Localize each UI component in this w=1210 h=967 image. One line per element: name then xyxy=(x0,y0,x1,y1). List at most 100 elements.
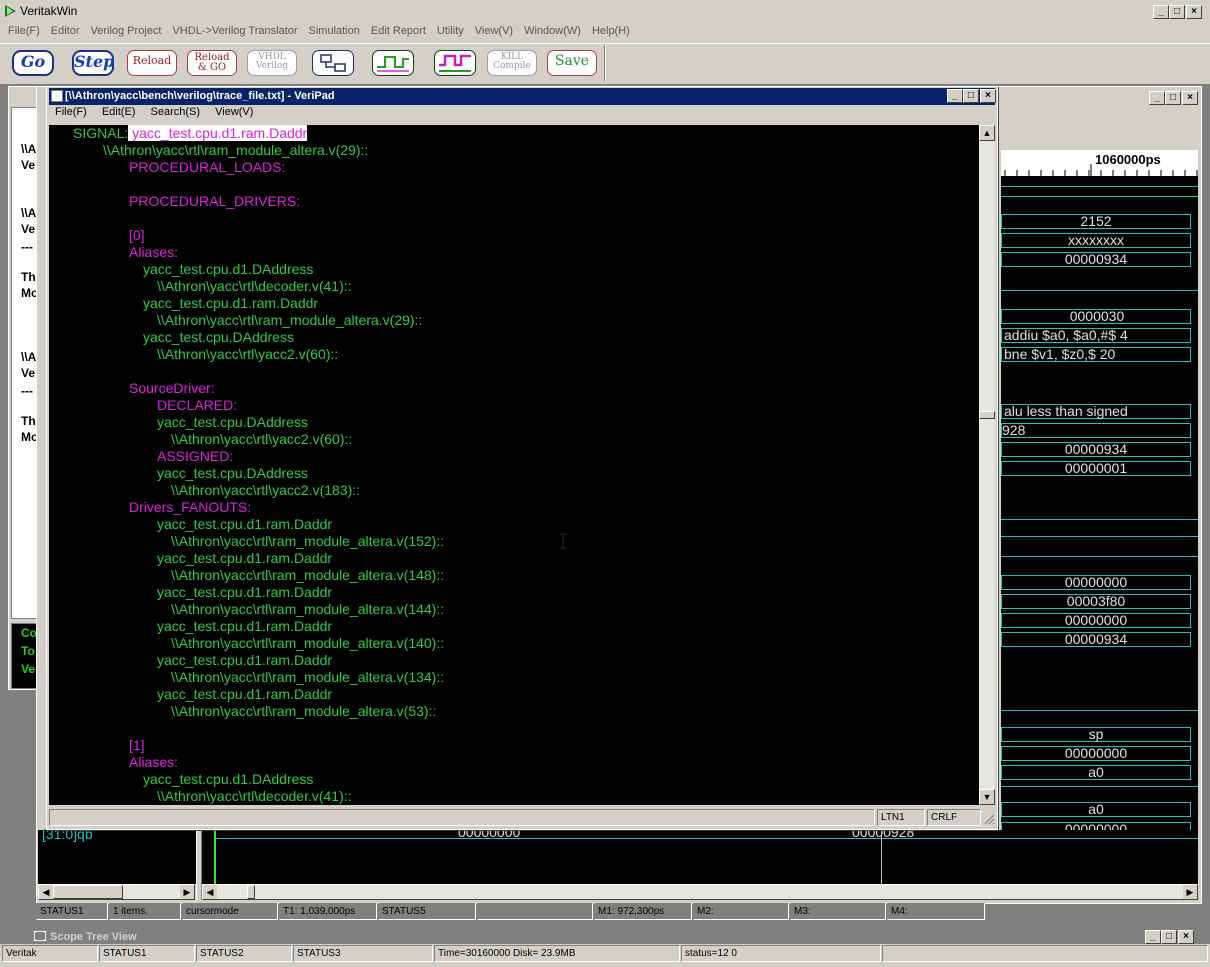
menu-item[interactable]: Utility xyxy=(437,25,464,37)
veripad-title: [\\Athron\yacc\bench\verilog\trace_file.… xyxy=(65,90,335,102)
scroll-thumb[interactable] xyxy=(53,885,123,899)
wave-line xyxy=(1001,710,1198,711)
menu-item[interactable]: Edit Report xyxy=(371,25,426,37)
go-button[interactable]: Go xyxy=(12,50,54,76)
wave-value: 2152 xyxy=(1001,214,1191,229)
scope-maximize-icon[interactable]: □ xyxy=(1161,930,1177,944)
veripad-close-icon[interactable]: × xyxy=(980,89,996,103)
wave-value: 00000000 xyxy=(1001,613,1191,628)
wave-value: 00000934 xyxy=(1001,632,1191,647)
veripad-window: [\\Athron\yacc\bench\verilog\trace_file.… xyxy=(46,86,998,830)
veripad-menu-file[interactable]: File(F) xyxy=(55,106,87,118)
wave-value: sp xyxy=(1001,727,1191,742)
left-panel-text: \\A xyxy=(21,142,37,156)
reload-button[interactable]: Reload xyxy=(127,50,177,76)
trace-line: \\Athron\yacc\rtl\ram_module_altera.v(14… xyxy=(171,635,445,651)
trace-line: ASSIGNED: xyxy=(157,448,234,464)
menu-item[interactable]: File(F) xyxy=(8,25,40,37)
scroll-right-icon[interactable]: ▶ xyxy=(1183,885,1197,899)
wave-button[interactable] xyxy=(372,50,414,76)
wave-value: 00000934 xyxy=(1001,252,1191,267)
kill-compile-button[interactable]: KILL Compile xyxy=(487,50,537,76)
scroll-up-icon[interactable]: ▲ xyxy=(979,125,995,141)
right-hscroll[interactable]: ◀ ▶ xyxy=(202,884,1198,900)
app-icon xyxy=(4,4,17,18)
trace-line: yacc_test.cpu.d1.ram.Daddr xyxy=(157,550,333,566)
wave-value: 928 xyxy=(1001,423,1191,438)
wave-purple-button[interactable] xyxy=(434,50,476,76)
left-console-text: To xyxy=(21,644,35,658)
scroll-thumb[interactable] xyxy=(979,411,995,419)
left-panel-text: \\A xyxy=(21,206,37,220)
trace-line: \\Athron\yacc\rtl\decoder.v(41):: xyxy=(157,788,352,804)
trace-line: \\Athron\yacc\rtl\ram_module_altera.v(53… xyxy=(171,703,437,719)
maximize-icon[interactable]: □ xyxy=(1169,5,1185,19)
trace-line: \\Athron\yacc\rtl\yacc2.v(60):: xyxy=(157,346,339,362)
veripad-minimize-icon[interactable]: _ xyxy=(947,89,963,103)
close-icon[interactable]: × xyxy=(1186,5,1202,19)
trace-line: yacc_test.cpu.d1.ram.Daddr xyxy=(157,652,333,668)
status-cell: STATUS2 xyxy=(196,945,292,962)
menu-item[interactable]: Help(H) xyxy=(592,25,630,37)
vhdl-to-verilog-button[interactable]: VHDL Verilog xyxy=(247,50,297,76)
wave-close-icon[interactable]: × xyxy=(1182,91,1198,105)
menu-item[interactable]: VHDL->Verilog Translator xyxy=(172,25,297,37)
menu-item[interactable]: Verilog Project xyxy=(91,25,162,37)
save-button[interactable]: Save xyxy=(547,50,597,76)
left-console-text: Co xyxy=(21,626,37,640)
minimize-icon[interactable]: _ xyxy=(1153,5,1169,19)
left-panel-text: --- xyxy=(21,240,33,254)
veripad-menu-view[interactable]: View(V) xyxy=(215,106,253,118)
wave-minimize-icon[interactable]: _ xyxy=(1149,91,1165,105)
scroll-right-icon[interactable]: ▶ xyxy=(180,885,194,899)
wave-value: a0 xyxy=(1001,765,1191,780)
wave-line xyxy=(1001,536,1198,537)
left-panel-text: Ve xyxy=(21,366,36,380)
wave-maximize-icon[interactable]: □ xyxy=(1165,91,1181,105)
vhdl-label-2: Verilog xyxy=(255,61,289,71)
wave-line xyxy=(1001,786,1198,787)
main-title-bar: VeritakWin _ □ × xyxy=(0,0,1210,22)
veripad-resize-grip[interactable] xyxy=(983,813,995,825)
scroll-down-icon[interactable]: ▼ xyxy=(979,789,995,805)
trace-line: yacc_test.cpu.DAddress xyxy=(143,329,294,345)
menu-item[interactable]: Window(W) xyxy=(524,25,581,37)
veripad-menu-edit[interactable]: Edit(E) xyxy=(102,106,136,118)
scroll-thumb[interactable] xyxy=(247,885,255,899)
scope-minimize-icon[interactable]: _ xyxy=(1145,930,1161,944)
waveform-purple-icon xyxy=(439,54,471,72)
veripad-title-bar: [\\Athron\yacc\bench\verilog\trace_file.… xyxy=(49,88,996,105)
trace-line: \\Athron\yacc\rtl\ram_module_altera.v(29… xyxy=(157,312,423,328)
trace-line: yacc_test.cpu.d1.ram.Daddr xyxy=(157,686,333,702)
wave-value: 00003f80 xyxy=(1001,594,1191,609)
scroll-left-icon[interactable]: ◀ xyxy=(39,885,53,899)
left-hscroll[interactable]: ◀ ▶ xyxy=(38,884,195,900)
wave-value: 00000934 xyxy=(1001,442,1191,457)
reload-go-button[interactable]: Reload & GO xyxy=(187,50,237,76)
veripad-menu-search[interactable]: Search(S) xyxy=(151,106,201,118)
trace-line: SourceDriver: xyxy=(129,380,215,396)
veripad-maximize-icon[interactable]: □ xyxy=(963,89,979,103)
hierarchy-button[interactable] xyxy=(312,50,354,76)
menu-item[interactable]: View(V) xyxy=(475,25,513,37)
editor-vscroll[interactable]: ▲ ▼ xyxy=(979,125,995,805)
trace-line: DECLARED: xyxy=(157,397,238,413)
menu-item[interactable]: Simulation xyxy=(309,25,360,37)
trace-line: yacc_test.cpu.d1.ram.Daddr xyxy=(157,584,333,600)
resize-grip[interactable] xyxy=(1186,905,1200,919)
trace-line: \\Athron\yacc\rtl\yacc2.v(60):: xyxy=(171,431,353,447)
kill-label-2: Compile xyxy=(493,61,531,71)
scroll-left-icon[interactable]: ◀ xyxy=(203,885,217,899)
menu-item[interactable]: Editor xyxy=(51,25,80,37)
trace-line: \\Athron\yacc\rtl\ram_module_altera.v(29… xyxy=(103,142,369,158)
scope-close-icon[interactable]: × xyxy=(1178,930,1194,944)
status-cell: STATUS1 xyxy=(36,903,108,920)
trace-line: \\Athron\yacc\rtl\ram_module_altera.v(14… xyxy=(171,567,445,583)
status-cell: M4: xyxy=(887,903,985,920)
wave-header: 1060000ps xyxy=(1001,150,1198,176)
status-cell: cursormode xyxy=(182,903,278,920)
trace-line: \\Athron\yacc\rtl\ram_module_altera.v(13… xyxy=(171,669,445,685)
step-button[interactable]: Step xyxy=(72,50,114,76)
text-editor[interactable]: SIGNAL: yacc_test.cpu.d1.ram.Daddr \\Athr… xyxy=(49,125,979,805)
trace-line: yacc_test.cpu.d1.ram.Daddr xyxy=(157,516,333,532)
